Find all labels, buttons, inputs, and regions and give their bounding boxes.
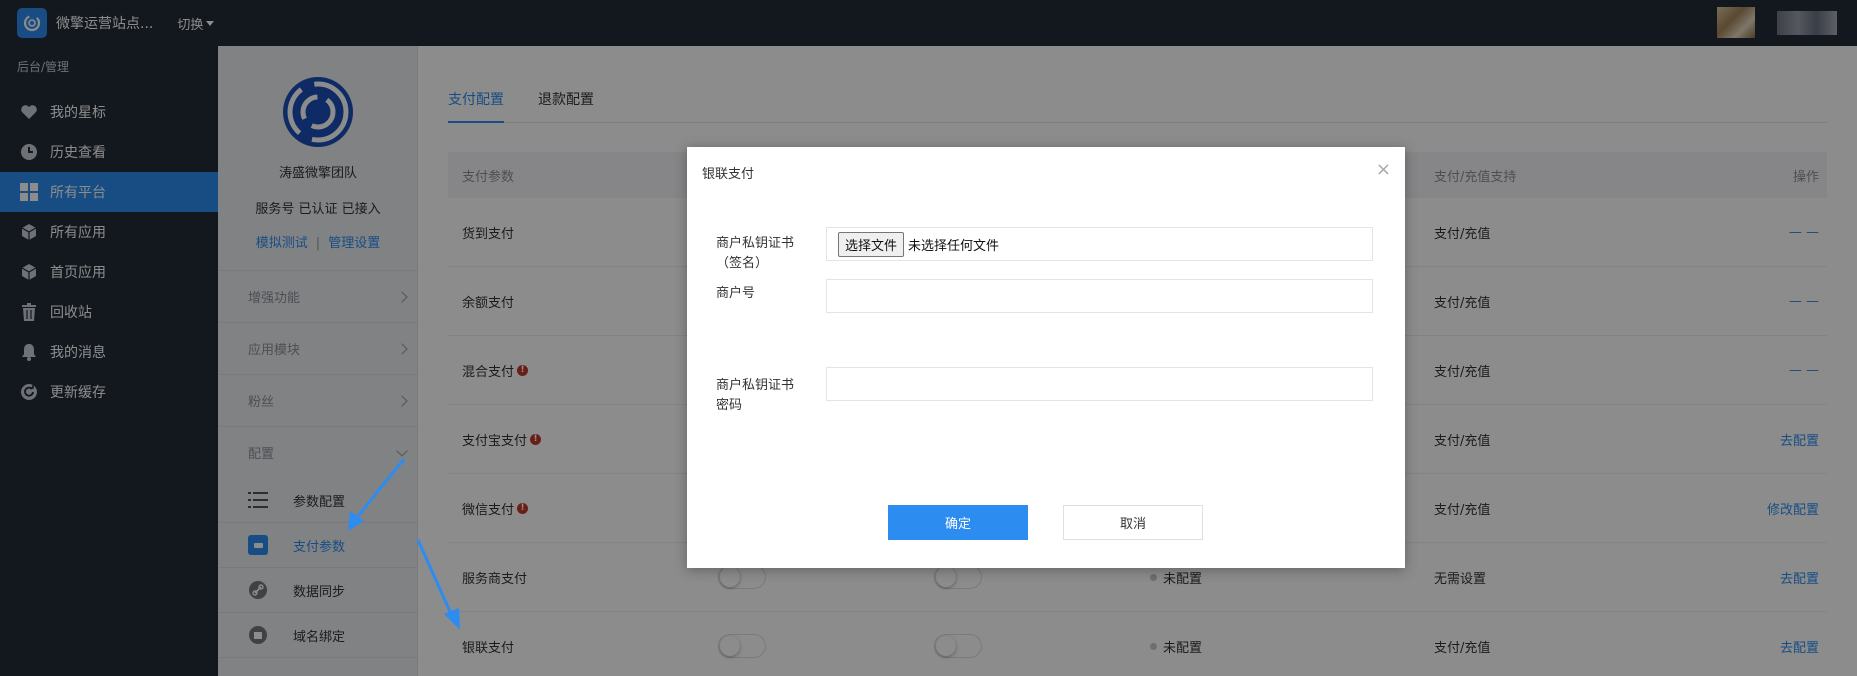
cert-label: 商户私钥证书（签名） <box>716 236 795 271</box>
file-status-text: 未选择任何文件 <box>908 238 1000 254</box>
annotation-arrow-icon <box>416 539 460 630</box>
cert-password-input[interactable] <box>826 367 1373 401</box>
merchant-id-input[interactable] <box>826 279 1373 313</box>
merchant-id-label: 商户号 <box>716 286 756 301</box>
cert-file-field: 选择文件 未选择任何文件 <box>826 227 1373 261</box>
unionpay-dialog: 银联支付 × 商户私钥证书（签名） 选择文件 未选择任何文件 商户号 商户私钥证… <box>687 147 1405 568</box>
choose-file-button[interactable]: 选择文件 <box>838 231 905 257</box>
cert-password-label: 商户私钥证书密码 <box>716 378 795 413</box>
close-icon[interactable]: × <box>1376 161 1391 179</box>
cancel-button[interactable]: 取消 <box>1063 505 1203 540</box>
annotation-arrow-icon <box>348 458 406 531</box>
confirm-button[interactable]: 确定 <box>888 505 1028 540</box>
dialog-title: 银联支付 <box>702 167 755 182</box>
